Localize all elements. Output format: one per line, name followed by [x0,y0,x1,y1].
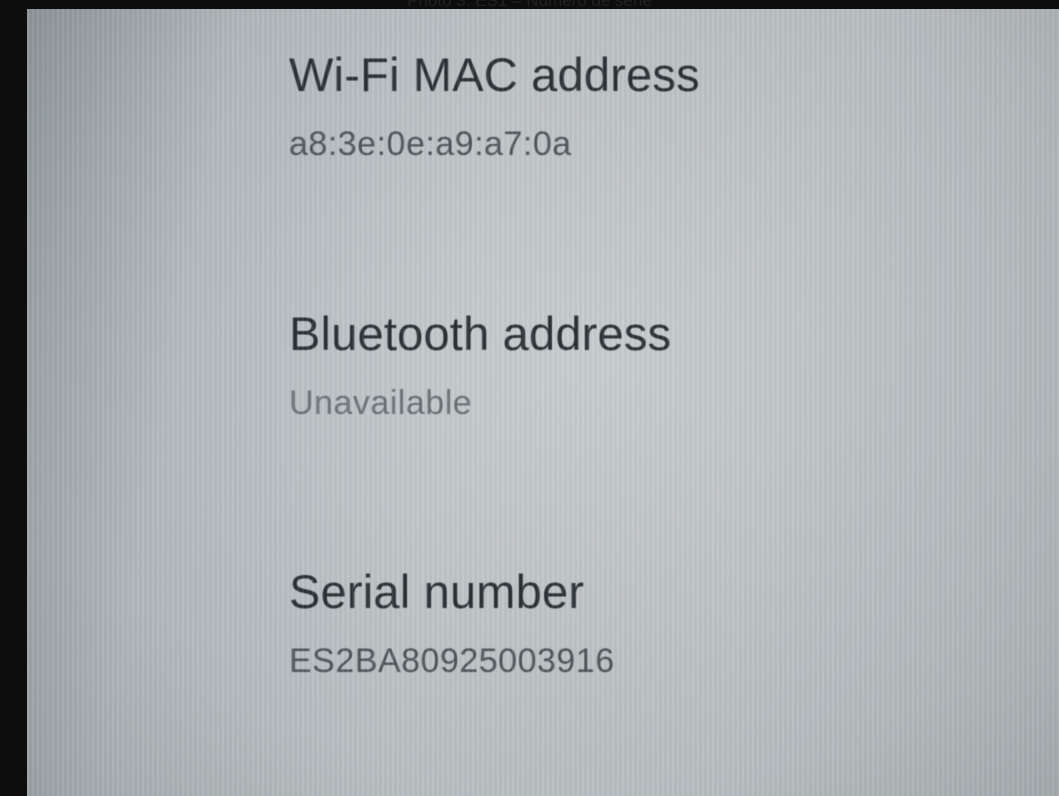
device-photo: Wi-Fi MAC address a8:3e:0e:a9:a7:0a Blue… [0,0,1059,796]
wifi-mac-address-item[interactable]: Wi-Fi MAC address a8:3e:0e:a9:a7:0a [289,47,700,165]
bluetooth-address-title: Bluetooth address [289,307,672,360]
serial-number-value: ES2BA80925003916 [289,642,615,680]
phone-screen: Wi-Fi MAC address a8:3e:0e:a9:a7:0a Blue… [27,9,1059,796]
photo-caption: Photo 3: ES1 – Número de série [407,0,652,10]
wifi-mac-address-title: Wi-Fi MAC address [289,48,700,101]
bluetooth-address-value: Unavailable [289,384,473,422]
serial-number-title: Serial number [289,565,585,618]
wifi-mac-address-value: a8:3e:0e:a9:a7:0a [289,125,572,163]
serial-number-item[interactable]: Serial number ES2BA80925003916 [289,564,615,682]
bluetooth-address-item[interactable]: Bluetooth address Unavailable [289,306,671,424]
